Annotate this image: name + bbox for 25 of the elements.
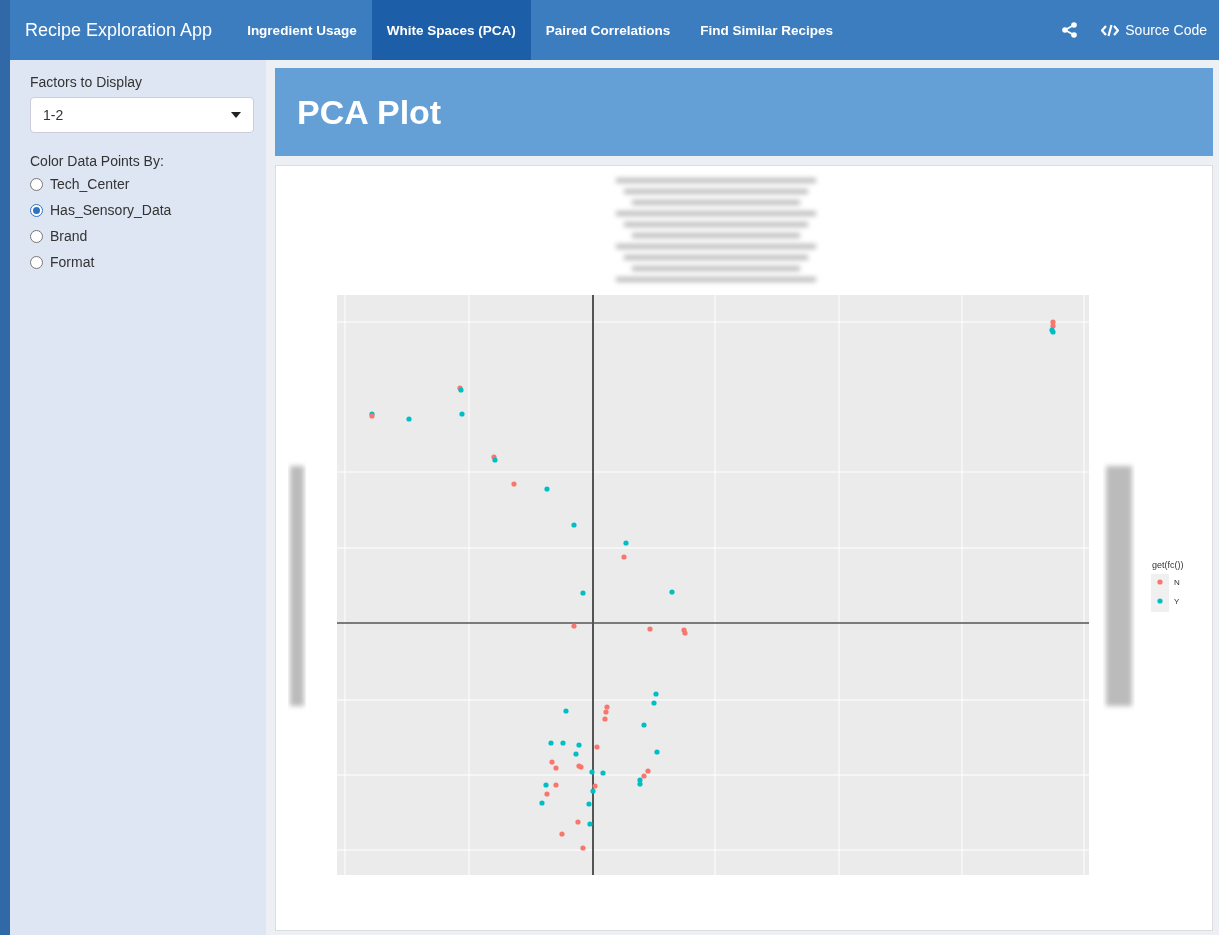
radio-button[interactable] [30,255,43,269]
radio-button[interactable] [30,229,43,243]
radio-button[interactable] [30,203,43,217]
field-label: Factors to Display [30,74,144,90]
page-title: PCA Plot [297,92,442,132]
legend-key-background [1151,574,1169,612]
factors-dropdown[interactable]: 1-2 [30,97,254,133]
legend-label: Y [1174,597,1180,606]
nav-tab[interactable]: Find Similar Recipes [685,0,849,60]
nav-tab[interactable]: Ingredient Usage [232,0,372,60]
nav-tab[interactable]: White Spaces (PCA) [371,0,531,60]
radio-label[interactable]: Format [50,254,95,270]
code-icon [1101,23,1120,37]
app-title: Recipe Exploration App [24,18,214,42]
field-label: Color Data Points By: [30,153,165,169]
legend-label: N [1174,578,1180,587]
radio-label[interactable]: Brand [50,228,88,244]
source-code-link[interactable]: Source Code [1093,0,1219,60]
radio-label[interactable]: Tech_Center [50,176,130,192]
radio-button[interactable] [30,177,43,191]
caret-icon [231,112,241,118]
legend-title: get(fc()) [1152,560,1184,570]
share-icon[interactable] [1062,22,1078,38]
radio-label[interactable]: Has_Sensory_Data [50,202,172,218]
nav-tab[interactable]: Paired Correlations [530,0,686,60]
